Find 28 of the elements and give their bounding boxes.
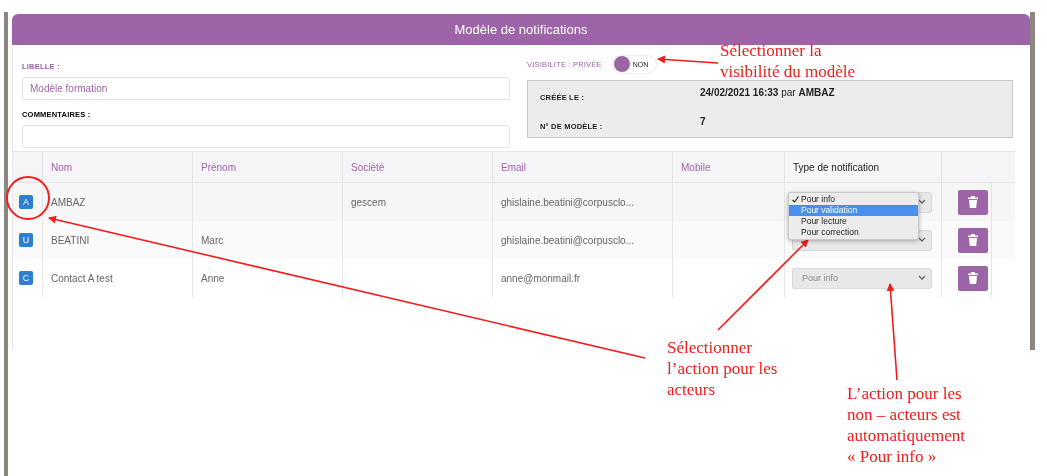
table-cell: AMBAZ bbox=[51, 196, 86, 208]
column-header: Type de notification bbox=[793, 161, 880, 173]
table-cell: Anne bbox=[201, 272, 225, 284]
libelle-field[interactable]: Modèle formation bbox=[22, 77, 510, 100]
annotation-text: Sélectionner l’action pour les acteurs bbox=[667, 337, 778, 400]
column-header[interactable]: Email bbox=[501, 161, 526, 173]
table-cell: ghislaine.beatini@corpusclo... bbox=[501, 234, 634, 246]
column-header[interactable]: Nom bbox=[51, 161, 73, 173]
table-cell: gescem bbox=[351, 196, 386, 208]
info-value: 7 bbox=[700, 116, 707, 129]
window-title: Modèle de notifications bbox=[12, 14, 1030, 45]
type-badge: U bbox=[19, 233, 33, 247]
annotation-text: L’action pour les non – acteurs est automatiquement « Pour info » bbox=[847, 383, 966, 467]
type-badge: A bbox=[19, 195, 33, 209]
menu-option[interactable]: Pour info bbox=[789, 194, 918, 205]
table-cell: Contact A test bbox=[51, 272, 113, 284]
column-header[interactable]: Mobile bbox=[681, 161, 711, 173]
info-value: 24/02/2021 16:33 par AMBAZ bbox=[700, 87, 836, 100]
column-header[interactable]: Prénom bbox=[201, 161, 236, 173]
type-badge: C bbox=[19, 271, 33, 285]
menu-option[interactable]: Pour correction bbox=[789, 227, 918, 238]
menu-option[interactable]: Pour validation bbox=[789, 205, 918, 216]
table-cell: ghislaine.beatini@corpusclo... bbox=[501, 196, 634, 208]
column-header[interactable]: Société bbox=[351, 161, 385, 173]
table-cell: anne@monmail.fr bbox=[501, 272, 581, 284]
menu-option[interactable]: Pour lecture bbox=[789, 216, 918, 227]
table-cell: Marc bbox=[201, 234, 224, 246]
table-cell: BEATINI bbox=[51, 234, 90, 246]
